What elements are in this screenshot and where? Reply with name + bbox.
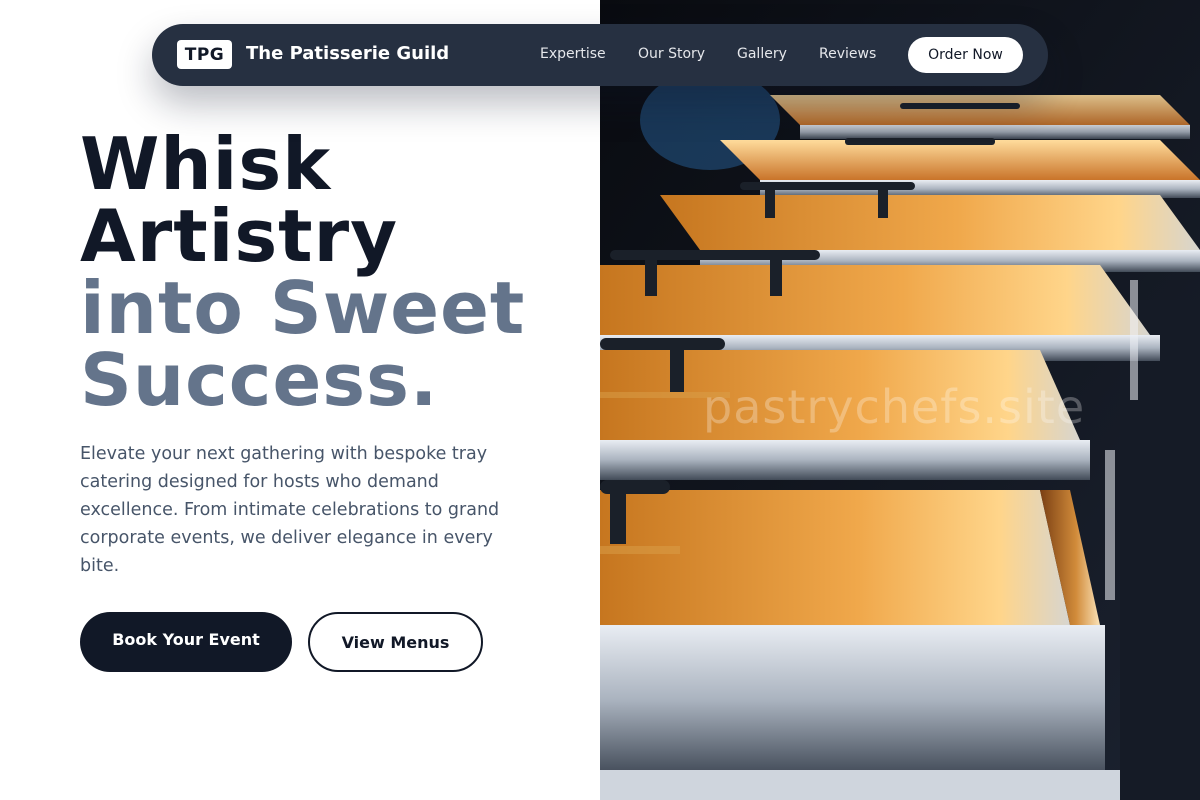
hero-image-pane: pastrychefs.site <box>600 0 1200 800</box>
hero-description: Elevate your next gathering with bespoke… <box>80 444 500 576</box>
book-event-button[interactable]: Book Your Event <box>80 612 292 672</box>
hero-headline: Whisk Artistry into Sweet Success. <box>80 128 525 416</box>
headline-line-3: into Sweet <box>80 266 526 350</box>
hero-left-pane: Whisk Artistry into Sweet Success. Eleva… <box>0 0 600 800</box>
headline-line-2: Artistry <box>80 194 399 278</box>
nav-link-expertise[interactable]: Expertise <box>540 46 606 62</box>
top-navbar: TPG The Patisserie Guild Expertise Our S… <box>152 24 1048 86</box>
logo-badge[interactable]: TPG <box>177 40 232 69</box>
nav-link-our-story[interactable]: Our Story <box>638 46 705 62</box>
watermark-text: pastrychefs.site <box>703 380 1086 434</box>
headline-line-4: Success. <box>80 338 439 422</box>
nav-link-reviews[interactable]: Reviews <box>819 46 876 62</box>
order-now-button[interactable]: Order Now <box>908 37 1023 73</box>
nav-link-gallery[interactable]: Gallery <box>737 46 787 62</box>
headline-line-1: Whisk <box>80 122 332 206</box>
view-menus-button[interactable]: View Menus <box>308 612 483 672</box>
brand-name[interactable]: The Patisserie Guild <box>246 43 449 64</box>
